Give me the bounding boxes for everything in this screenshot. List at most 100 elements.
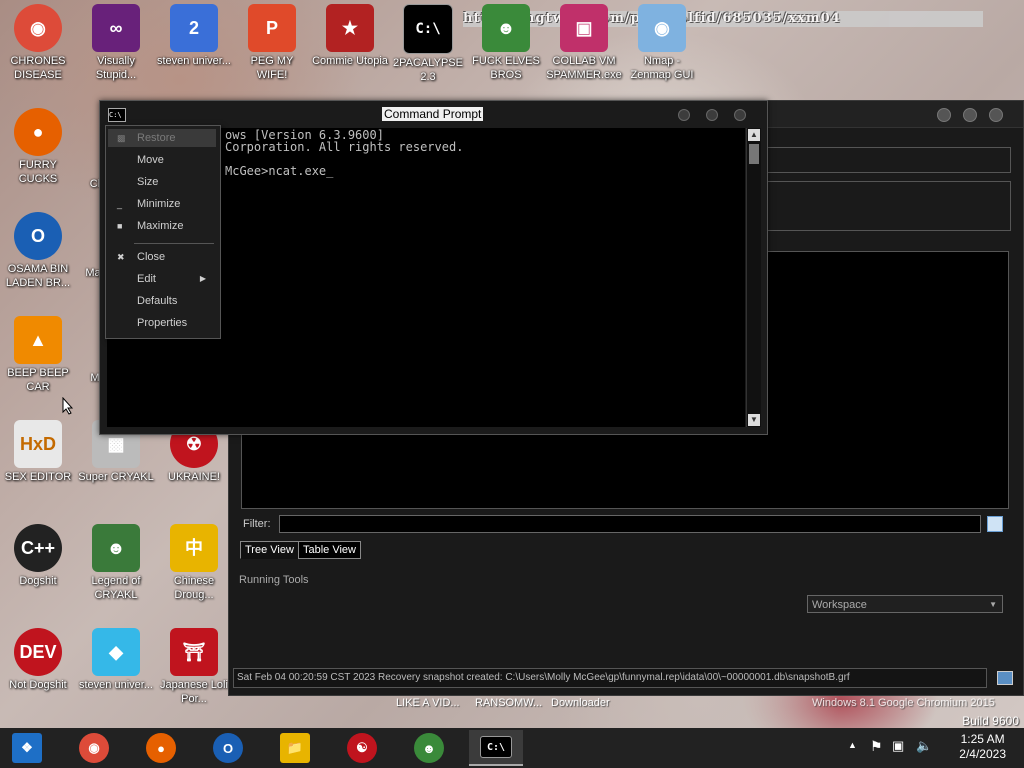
- desktop-icon[interactable]: ☻ Legend of CRYAKL: [78, 520, 154, 602]
- desktop-icon[interactable]: HxD SEX EDITOR: [0, 416, 76, 484]
- menu-item-minimize[interactable]: _ Minimize: [108, 195, 216, 213]
- desktop-icon[interactable]: ☻ FUCK ELVES BROS: [468, 0, 544, 82]
- minimize-button[interactable]: [678, 109, 690, 121]
- menu-item-maximize[interactable]: ■ Maximize: [108, 217, 216, 235]
- hxd-icon: HxD: [14, 420, 62, 468]
- desktop-icon-label: Visually Stupid...: [95, 55, 137, 81]
- menu-item-edit[interactable]: Edit ▶: [108, 270, 216, 288]
- desktop-icon[interactable]: ▣ COLLAB VM SPAMMER.exe: [546, 0, 622, 82]
- background-icon-label: Downloader: [551, 697, 610, 709]
- taskbar-item-file-explorer[interactable]: 📁: [268, 730, 322, 766]
- status-bar: Sat Feb 04 00:20:59 CST 2023 Recovery sn…: [233, 668, 987, 688]
- taskbar-item-chrome[interactable]: ◉: [67, 730, 121, 766]
- codeblocks-icon: C++: [14, 524, 62, 572]
- desktop-icon[interactable]: C:\ 2PACALYPSE 2.3: [390, 0, 466, 84]
- desktop-icon-label: FUCK ELVES BROS: [472, 55, 540, 81]
- desktop-icon[interactable]: 2 steven univer...: [156, 0, 232, 68]
- firefox-icon: ●: [146, 733, 176, 763]
- show-hidden-icons-icon[interactable]: ▲: [848, 740, 857, 750]
- menu-separator: [134, 243, 214, 244]
- desktop-icon-label: Super CRYAKL: [78, 471, 154, 483]
- desktop-icon-label: UKRAINE!: [168, 471, 220, 483]
- workspace-select[interactable]: Workspace ▼: [807, 595, 1003, 613]
- windows-edition-watermark: Windows 8.1 Google Chromium 2015: [812, 697, 995, 709]
- tab-tree-view[interactable]: Tree View: [240, 541, 299, 559]
- cmd-title-bar[interactable]: C:\ Command Prompt: [100, 101, 767, 127]
- taskbar-item-elf[interactable]: ☻: [402, 730, 456, 766]
- desktop-icon[interactable]: ⛩ Japanese Loli Por...: [156, 624, 232, 706]
- chrome-icon: ◉: [79, 733, 109, 763]
- desktop-icon-label: Legend of CRYAKL: [91, 575, 141, 601]
- menu-item-move[interactable]: Move: [108, 151, 216, 169]
- zenmap-minimize-button[interactable]: [937, 108, 951, 122]
- clock[interactable]: 1:25 AM 2/4/2023: [959, 732, 1006, 762]
- close-icon: ✖: [117, 252, 125, 262]
- taskbar-item-firefox[interactable]: ●: [134, 730, 188, 766]
- desktop-icon[interactable]: DEV Not Dogshit: [0, 624, 76, 692]
- desktop-icon-label: steven univer...: [157, 55, 231, 67]
- background-icon-label: RANSOMW...: [475, 697, 543, 709]
- monitor-icon[interactable]: [997, 671, 1013, 685]
- chevron-down-icon: ▼: [989, 600, 997, 609]
- zenmap-maximize-button[interactable]: [963, 108, 977, 122]
- menu-item-defaults[interactable]: Defaults: [108, 292, 216, 310]
- running-tools-label: Running Tools: [239, 574, 309, 586]
- maximize-icon: ■: [117, 221, 123, 231]
- scroll-down-arrow-icon[interactable]: ▼: [748, 414, 760, 426]
- clock-time: 1:25 AM: [960, 732, 1005, 746]
- tab-table-view[interactable]: Table View: [298, 541, 361, 559]
- desktop-icon[interactable]: P PEG MY WIFE!: [234, 0, 310, 82]
- zenmap-close-button[interactable]: [989, 108, 1003, 122]
- desktop-icon[interactable]: ▲ BEEP BEEP CAR: [0, 312, 76, 394]
- taskbar-item-ghidra-dragon[interactable]: ☯: [335, 730, 389, 766]
- filter-input[interactable]: [279, 515, 981, 533]
- scroll-up-arrow-icon[interactable]: ▲: [748, 129, 760, 141]
- cmd-icon: C:\: [403, 4, 453, 54]
- filter-search-icon[interactable]: [987, 516, 1003, 532]
- desktop-icon[interactable]: O OSAMA BIN LADEN BR...: [0, 208, 76, 290]
- maximize-button[interactable]: [706, 109, 718, 121]
- obama-logo-icon: O: [213, 733, 243, 763]
- monitor-icon: ▣: [560, 4, 608, 52]
- minimize-icon: _: [117, 199, 123, 209]
- desktop-icon-label: Japanese Loli Por...: [160, 679, 228, 705]
- desktop-icon[interactable]: ◉ CHRONES DISEASE: [0, 0, 76, 82]
- menu-item-restore[interactable]: ▩ Restore: [108, 129, 216, 147]
- desktop-icon-label: FURRY CUCKS: [18, 159, 58, 185]
- menu-item-size[interactable]: Size: [108, 173, 216, 191]
- desktop-icon[interactable]: ★ Commie Utopia: [312, 0, 388, 68]
- desktop-icon[interactable]: ◆ steven univer...: [78, 624, 154, 692]
- taskbar-item-obama-logo[interactable]: O: [201, 730, 255, 766]
- taskbar-item-cmd[interactable]: C:\: [469, 730, 523, 766]
- desktop-icon-label: BEEP BEEP CAR: [7, 367, 69, 393]
- action-center-flag-icon[interactable]: ⚑: [870, 738, 883, 755]
- desktop-icon-label: OSAMA BIN LADEN BR...: [5, 263, 71, 289]
- torii-icon: ⛩: [170, 628, 218, 676]
- desktop-icon-label: Commie Utopia: [312, 55, 388, 67]
- menu-item-close[interactable]: ✖ Close: [108, 248, 216, 266]
- console-line: Corporation. All rights reserved.: [225, 140, 464, 154]
- desktop-icon-label: steven univer...: [79, 679, 153, 691]
- start-icon: ❖: [12, 733, 42, 763]
- console-scrollbar[interactable]: ▲ ▼: [746, 128, 761, 427]
- desktop-icon-label: 2PACALYPSE 2.3: [393, 57, 463, 83]
- desktop-icon[interactable]: C++ Dogshit: [0, 520, 76, 588]
- desktop-icon-label: SEX EDITOR: [4, 471, 72, 483]
- file-explorer-icon: 📁: [280, 733, 310, 763]
- desktop-icon-label: Chinese Droug...: [173, 575, 215, 601]
- volume-icon[interactable]: 🔈: [916, 738, 932, 754]
- elf-icon: ☻: [414, 733, 444, 763]
- taskbar-item-start[interactable]: ❖: [0, 730, 54, 766]
- cmd-window-icon[interactable]: C:\: [108, 108, 126, 122]
- desktop-icon[interactable]: 中 Chinese Droug...: [156, 520, 232, 602]
- network-icon[interactable]: ▣: [892, 738, 904, 754]
- desktop-icon-label: Dogshit: [19, 575, 57, 587]
- console-prompt-line: McGee>ncat.exe_: [225, 164, 334, 178]
- desktop-icon[interactable]: ◉ Nmap - Zenmap GUI: [624, 0, 700, 82]
- desktop-icon[interactable]: ● FURRY CUCKS: [0, 104, 76, 186]
- desktop-icon[interactable]: ∞ Visually Stupid...: [78, 0, 154, 82]
- menu-item-properties[interactable]: Properties: [108, 314, 216, 332]
- scroll-thumb[interactable]: [749, 144, 759, 164]
- build-watermark: Build 9600: [962, 714, 1019, 728]
- close-button[interactable]: [734, 109, 746, 121]
